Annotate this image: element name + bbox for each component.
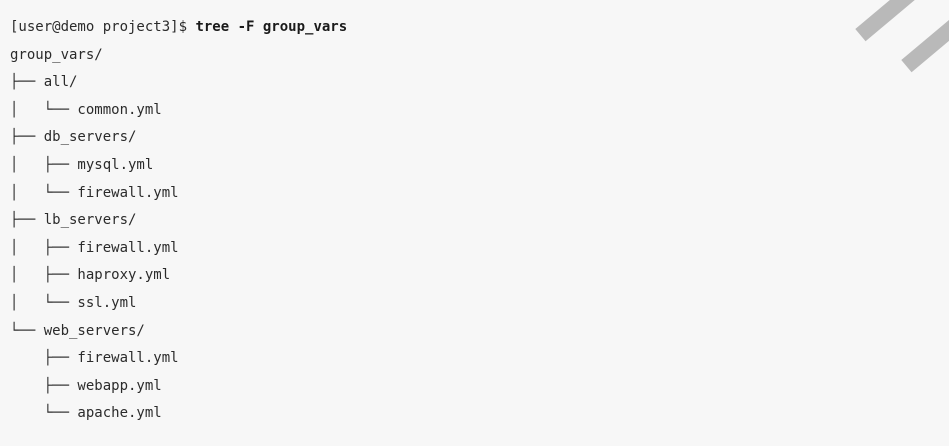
tree-line-root: group_vars/ bbox=[10, 46, 103, 63]
tree-line-common-yml: │ └── common.yml bbox=[10, 101, 162, 118]
tree-line-lb-firewall-yml: │ ├── firewall.yml bbox=[10, 239, 179, 256]
tree-line-web-servers-dir: └── web_servers/ bbox=[10, 322, 145, 339]
terminal-output: [user@demo project3]$ tree -F group_vars… bbox=[0, 0, 949, 446]
tree-line-db-servers-dir: ├── db_servers/ bbox=[10, 129, 137, 146]
shell-prompt: [user@demo project3]$ bbox=[10, 19, 196, 35]
tree-line-lb-servers-dir: ├── lb_servers/ bbox=[10, 212, 137, 229]
tree-line-mysql-yml: │ ├── mysql.yml bbox=[10, 156, 154, 173]
tree-line-haproxy-yml: │ ├── haproxy.yml bbox=[10, 267, 171, 284]
tree-line-apache-yml: └── apache.yml bbox=[10, 405, 162, 422]
tree-line-all-dir: ├── all/ bbox=[10, 74, 78, 91]
tree-line-ssl-yml: │ └── ssl.yml bbox=[10, 294, 137, 311]
tree-command: tree -F group_vars bbox=[195, 19, 348, 35]
tree-line-webapp-yml: ├── webapp.yml bbox=[10, 377, 162, 394]
tree-line-web-firewall-yml: ├── firewall.yml bbox=[10, 350, 179, 367]
tree-line-db-firewall-yml: │ └── firewall.yml bbox=[10, 184, 179, 201]
command-line: [user@demo project3]$ tree -F group_vars bbox=[10, 14, 949, 42]
